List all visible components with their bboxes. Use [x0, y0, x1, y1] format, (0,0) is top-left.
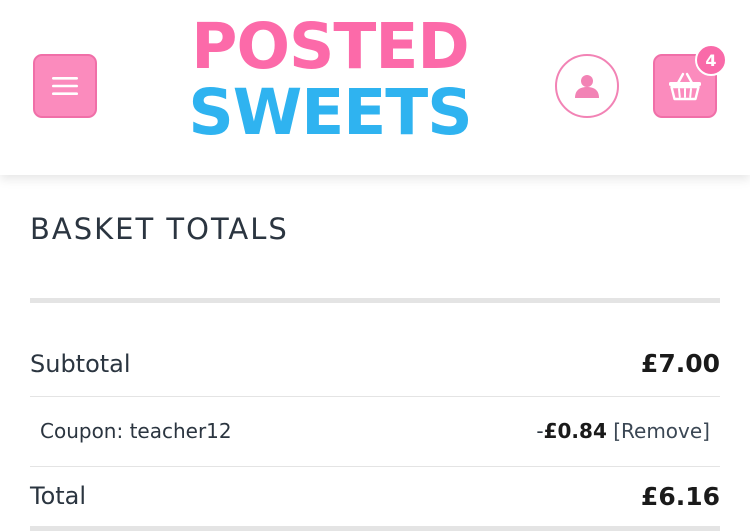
coupon-label: Coupon: teacher12: [30, 396, 392, 467]
hamburger-menu-icon: [52, 77, 78, 95]
coupon-amount: -£0.84 [Remove]: [391, 396, 720, 467]
account-button[interactable]: [555, 54, 619, 118]
cart-button[interactable]: 4: [653, 44, 727, 118]
section-title: BASKET TOTALS: [30, 175, 720, 303]
totals-table: Subtotal £7.00 Coupon: teacher12 -£0.84 …: [30, 332, 720, 526]
total-row: Total £6.16: [30, 466, 720, 526]
logo-text-posted: POSTED: [191, 10, 469, 83]
coupon-value: £0.84: [543, 419, 607, 443]
logo-text-sweets: SWEETS: [188, 76, 472, 149]
cart-count-badge: 4: [695, 44, 727, 76]
site-header: POSTED SWEETS 4: [0, 0, 750, 175]
site-logo[interactable]: POSTED SWEETS: [185, 14, 475, 152]
remove-coupon-link[interactable]: [Remove]: [613, 419, 710, 443]
menu-button[interactable]: [33, 54, 97, 118]
coupon-sign: -: [536, 419, 544, 443]
basket-icon: [669, 72, 701, 101]
coupon-row: Coupon: teacher12 -£0.84 [Remove]: [30, 396, 720, 467]
basket-totals-section: BASKET TOTALS Subtotal £7.00 Coupon: tea…: [30, 175, 720, 531]
user-icon: [575, 75, 599, 98]
total-value: £6.16: [640, 481, 720, 511]
subtotal-value: £7.00: [391, 332, 720, 397]
bottom-divider: [30, 526, 720, 531]
subtotal-label: Subtotal: [30, 332, 392, 397]
total-label: Total: [30, 482, 87, 511]
subtotal-row: Subtotal £7.00: [30, 332, 720, 397]
